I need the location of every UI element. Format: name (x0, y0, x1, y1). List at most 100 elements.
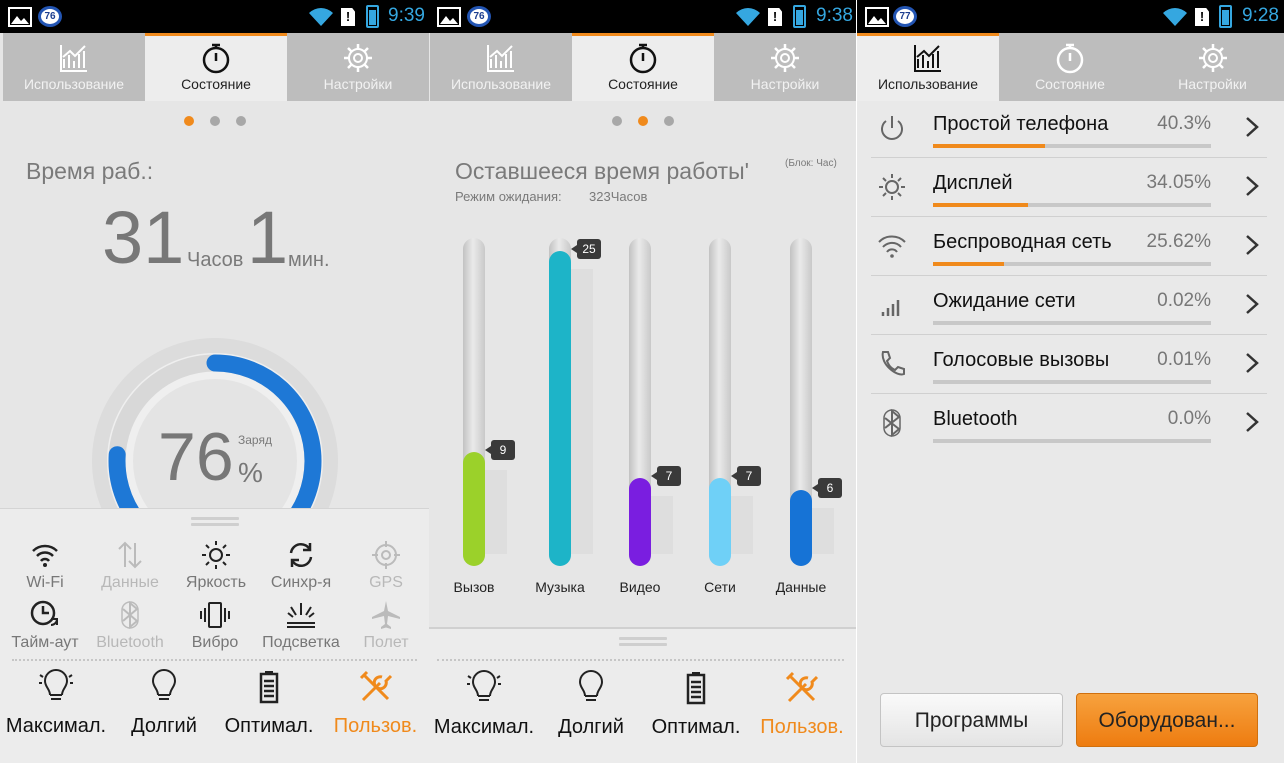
quick-settings-panel: Wi-Fi Данные Яркость Синхр-я GPS Тайм-ау… (0, 508, 429, 763)
divider (437, 659, 844, 661)
timeout-icon (30, 600, 58, 626)
usage-percent: 0.01% (1157, 349, 1211, 370)
drag-handle[interactable] (190, 517, 239, 529)
usage-row[interactable]: Дисплей 34.05% (871, 158, 1267, 217)
vibrate-icon (200, 602, 230, 628)
usage-bar (933, 439, 1211, 443)
usage-name: Голосовые вызовы (933, 349, 1110, 371)
brightness-icon (202, 541, 230, 569)
usage-name: Простой телефона (933, 113, 1109, 135)
bluetooth-label: Bluetooth (96, 634, 164, 651)
gallery-notification-icon (865, 7, 889, 27)
usage-row[interactable]: Ожидание сети 0.02% (871, 276, 1267, 335)
uptime-hours: 31 (102, 196, 185, 279)
mode-custom[interactable]: Пользов. (749, 670, 855, 739)
toggle-wifi[interactable]: Wi-Fi (14, 539, 76, 592)
phone-screen-remaining-time: 76 ! 9:38 Использование Состояние Настро… (429, 0, 856, 763)
bar-value-label: 6 (812, 478, 842, 499)
usage-name: Bluetooth (933, 408, 1018, 430)
phone-screen-usage: 77 ! 9:28 Использование Состояние Настро… (857, 0, 1284, 763)
mode-max-label: Максимал. (433, 716, 535, 738)
gps-icon (372, 541, 400, 569)
gear-icon (1198, 44, 1227, 72)
wifi-icon (32, 544, 58, 567)
usage-row[interactable]: Беспроводная сеть 25.62% (871, 217, 1267, 276)
toggle-backlight[interactable]: Подсветка (256, 599, 346, 652)
mode-optimal[interactable]: Оптимал. (643, 670, 749, 739)
tools-icon (359, 670, 392, 702)
bar-category-label: Видео (619, 579, 661, 595)
power-icon (881, 116, 903, 140)
vibrate-label: Вибро (191, 634, 239, 651)
data-label: Данные (101, 574, 159, 591)
tab-usage[interactable]: Использование (857, 33, 999, 101)
drag-handle[interactable] (618, 637, 667, 649)
toggle-data[interactable]: Данные (94, 539, 166, 592)
page-dot[interactable] (209, 116, 220, 126)
bar-category-label: Музыка (535, 579, 585, 595)
battery-percent-value: 76 (158, 419, 234, 495)
toggle-timeout[interactable]: Тайм-аут (4, 599, 86, 652)
tab-settings[interactable]: Настройки (287, 33, 429, 101)
chevron-right-icon (1246, 117, 1259, 137)
brightness-label: Яркость (185, 574, 247, 591)
bar (463, 452, 485, 566)
usage-percent: 40.3% (1157, 113, 1211, 134)
page-dot[interactable] (235, 116, 246, 126)
usage-percent: 0.0% (1167, 408, 1211, 429)
stopwatch-icon (202, 43, 230, 74)
tab-bar: Использование Состояние Настройки (857, 33, 1284, 101)
tab-settings-label: Настройки (1178, 76, 1247, 92)
mode-panel: Максимал. Долгий Оптимал. Пользов. (429, 627, 856, 763)
toggle-vibrate[interactable]: Вибро (184, 599, 246, 652)
apps-button[interactable]: Программы (880, 693, 1063, 747)
gear-icon (344, 44, 372, 72)
mode-optimal-label: Оптимал. (224, 715, 314, 737)
alert-icon: ! (1195, 8, 1209, 26)
toggle-bluetooth[interactable]: Bluetooth (90, 599, 170, 652)
bulb-max-icon (467, 670, 501, 701)
mode-max[interactable]: Максимал. (429, 670, 539, 739)
tab-status[interactable]: Состояние (999, 33, 1141, 101)
mode-custom[interactable]: Пользов. (322, 669, 429, 738)
mode-optimal[interactable]: Оптимал. (216, 669, 322, 738)
gps-label: GPS (369, 574, 403, 591)
mode-long[interactable]: Долгий (112, 669, 216, 738)
mode-custom-label: Пользов. (760, 716, 844, 738)
bar (790, 490, 812, 566)
page-indicator (0, 113, 429, 126)
tab-settings[interactable]: Настройки (1141, 33, 1284, 101)
tab-usage[interactable]: Использование (3, 33, 145, 101)
status-bar: 76 ! 9:39 (0, 0, 429, 33)
timeout-label: Тайм-аут (11, 634, 79, 651)
battery-icon (686, 672, 706, 705)
page-dot[interactable] (183, 116, 194, 126)
usage-row[interactable]: Голосовые вызовы 0.01% (871, 335, 1267, 394)
bar (709, 477, 731, 566)
notification-badge: 77 (893, 6, 917, 27)
wifi-status-icon (309, 8, 333, 26)
usage-bar-fill (933, 203, 1028, 207)
hardware-button[interactable]: Оборудован... (1076, 693, 1258, 747)
wifi-status-icon (1163, 8, 1187, 26)
notification-badge: 76 (38, 6, 62, 27)
signal-icon (881, 300, 900, 316)
toggle-brightness[interactable]: Яркость (178, 539, 254, 592)
toggle-airplane[interactable]: Полет (358, 599, 414, 652)
mode-long[interactable]: Долгий (539, 670, 643, 739)
mode-optimal-label: Оптимал. (651, 716, 741, 738)
tab-status-label: Состояние (181, 76, 251, 92)
uptime-minutes: 1 (247, 196, 289, 279)
tab-status[interactable]: Состояние (145, 33, 287, 101)
toggle-sync[interactable]: Синхр-я (262, 539, 340, 592)
usage-row[interactable]: Простой телефона 40.3% (871, 99, 1267, 158)
mode-max[interactable]: Максимал. (0, 669, 112, 738)
tab-bar: Использование Состояние Настройки (0, 33, 429, 101)
toggle-gps[interactable]: GPS (356, 539, 416, 592)
usage-row[interactable]: Bluetooth 0.0% (871, 394, 1267, 453)
uptime-minutes-unit: мин. (288, 249, 330, 271)
bulb-max-icon (39, 669, 73, 700)
chart-icon (60, 45, 87, 72)
mode-max-label: Максимал. (5, 715, 107, 737)
bar-shadow (571, 268, 593, 554)
